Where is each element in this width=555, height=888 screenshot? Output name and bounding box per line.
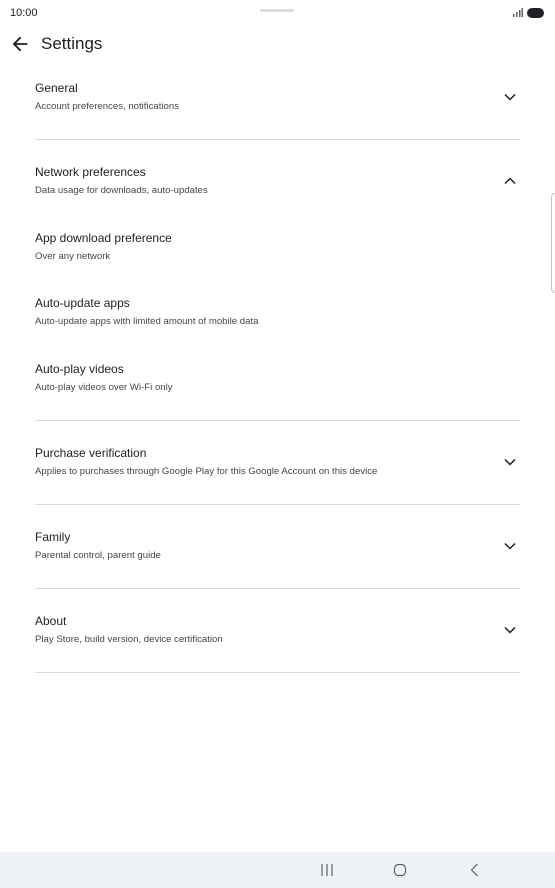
status-bar: 10:00 — [0, 0, 555, 26]
chevron-down-icon[interactable] — [503, 455, 517, 469]
setting-purchase-verification[interactable]: Purchase verification Applies to purchas… — [0, 443, 555, 497]
setting-title: General — [35, 81, 78, 95]
page-title: Settings — [41, 34, 103, 53]
chevron-up-icon[interactable] — [503, 174, 517, 188]
chevron-down-icon[interactable] — [503, 623, 517, 637]
setting-subtitle: Over any network — [35, 251, 111, 262]
divider — [35, 672, 520, 673]
setting-subtitle: Applies to purchases through Google Play… — [35, 466, 378, 477]
setting-title: Family — [35, 530, 71, 544]
app-bar: Settings — [0, 28, 555, 58]
divider — [35, 504, 520, 505]
setting-subtitle: Account preferences, notifications — [35, 101, 179, 112]
setting-network-preferences[interactable]: Network preferences Data usage for downl… — [0, 162, 555, 216]
setting-subtitle: Auto-play videos over Wi-Fi only — [35, 382, 173, 393]
setting-title: Purchase verification — [35, 446, 147, 460]
divider — [35, 420, 520, 421]
setting-subtitle: Play Store, build version, device certif… — [35, 634, 223, 645]
chevron-down-icon[interactable] — [503, 90, 517, 104]
home-icon[interactable] — [392, 862, 408, 878]
setting-title: Network preferences — [35, 165, 146, 179]
setting-auto-play-videos[interactable]: Auto-play videos Auto-play videos over W… — [0, 359, 555, 409]
setting-subtitle: Data usage for downloads, auto-updates — [35, 185, 208, 196]
recent-apps-icon[interactable] — [319, 862, 335, 878]
setting-subtitle: Auto-update apps with limited amount of … — [35, 316, 259, 327]
divider — [35, 588, 520, 589]
setting-family[interactable]: Family Parental control, parent guide — [0, 527, 555, 581]
arrow-back-icon[interactable] — [9, 33, 31, 55]
setting-title: App download preference — [35, 231, 172, 245]
setting-title: Auto-update apps — [35, 296, 130, 310]
status-time: 10:00 — [10, 7, 38, 19]
signal-icon — [513, 8, 523, 17]
setting-about[interactable]: About Play Store, build version, device … — [0, 611, 555, 665]
drag-handle[interactable] — [260, 9, 294, 12]
chevron-down-icon[interactable] — [503, 539, 517, 553]
divider — [35, 139, 520, 140]
setting-general[interactable]: General Account preferences, notificatio… — [0, 78, 555, 132]
setting-title: Auto-play videos — [35, 362, 124, 376]
setting-subtitle: Parental control, parent guide — [35, 550, 161, 561]
battery-icon — [527, 8, 544, 18]
setting-auto-update-apps[interactable]: Auto-update apps Auto-update apps with l… — [0, 293, 555, 343]
back-icon[interactable] — [467, 862, 483, 878]
setting-title: About — [35, 614, 67, 628]
setting-app-download-preference[interactable]: App download preference Over any network — [0, 228, 555, 278]
edge-panel-handle[interactable] — [551, 193, 555, 293]
navigation-bar — [0, 852, 555, 888]
